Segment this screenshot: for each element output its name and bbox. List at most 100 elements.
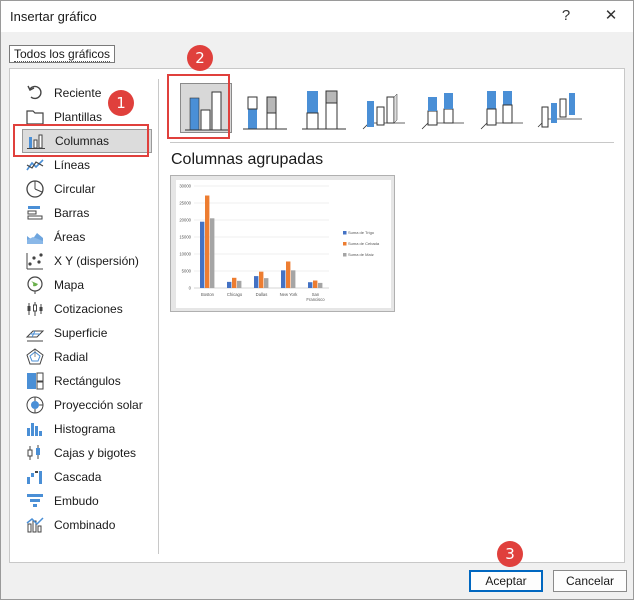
chart-type-surface-chart[interactable]: Superficie <box>22 321 152 345</box>
bar-boston-series-2 <box>210 218 215 288</box>
combo-chart-icon <box>25 515 45 535</box>
bar-san-francisco-series-2 <box>318 282 323 288</box>
x-tick-label: Chicago <box>227 292 243 297</box>
chart-type-scatter-chart[interactable]: X Y (dispersión) <box>22 249 152 273</box>
pie-chart-icon <box>25 179 45 199</box>
chart-type-label: Mapa <box>54 278 85 292</box>
chart-type-label: Líneas <box>54 158 91 172</box>
chart-type-label: Cajas y bigotes <box>54 446 137 460</box>
chart-type-stock-chart[interactable]: Cotizaciones <box>22 297 152 321</box>
bar-san-francisco-series-0 <box>308 282 313 288</box>
bar-dallas-series-1 <box>259 271 264 288</box>
3d-column-subtype[interactable] <box>534 83 586 133</box>
x-tick-label: New York <box>280 292 299 297</box>
help-button[interactable]: ? <box>552 4 580 28</box>
title-bar: Insertar gráfico ? ✕ <box>1 1 633 32</box>
y-tick-label: 25000 <box>179 201 191 206</box>
map-chart-icon <box>25 275 45 295</box>
bar-new-york-series-2 <box>291 270 296 288</box>
chart-type-funnel-chart[interactable]: Embudo <box>22 489 152 513</box>
panel-divider <box>158 79 159 554</box>
chart-type-label: Reciente <box>54 86 102 100</box>
legend-label: Suma de Cebada <box>348 241 380 246</box>
chart-type-radar-chart[interactable]: Radial <box>22 345 152 369</box>
y-tick-label: 10000 <box>179 252 191 257</box>
chart-preview-svg: 050001000015000200002500030000Boston Chic… <box>176 180 391 308</box>
area-chart-icon <box>25 227 45 247</box>
3d-clustered-column-subtype[interactable] <box>357 83 409 133</box>
insert-chart-dialog: Insertar gráfico ? ✕ Todos los gráficos … <box>0 0 634 600</box>
y-tick-label: 20000 <box>179 218 191 223</box>
line-chart-icon <box>25 155 45 175</box>
close-button[interactable]: ✕ <box>597 4 625 28</box>
bar-dallas-series-2 <box>264 278 269 288</box>
chart-type-label: Cotizaciones <box>54 302 123 316</box>
bar-san-francisco-series-1 <box>313 280 318 288</box>
bar-chicago-series-1 <box>232 277 237 288</box>
accept-button[interactable]: Aceptar <box>469 570 543 592</box>
100-stacked-column-subtype[interactable] <box>298 83 350 133</box>
subtype-divider <box>170 142 614 143</box>
bar-chart-icon <box>25 203 45 223</box>
treemap-chart-icon <box>25 371 45 391</box>
histogram-chart-icon <box>25 419 45 439</box>
chart-type-waterfall-chart[interactable]: Cascada <box>22 465 152 489</box>
chart-type-combo-chart[interactable]: Combinado <box>22 513 152 537</box>
chart-type-sunburst-chart[interactable]: Proyección solar <box>22 393 152 417</box>
x-tick-label: Dallas <box>256 292 268 297</box>
legend-label: Suma de Maíz <box>348 252 374 257</box>
chart-type-bar-chart[interactable]: Barras <box>22 201 152 225</box>
legend-label: Suma de Trigo <box>348 230 375 235</box>
dialog-title: Insertar gráfico <box>10 9 97 24</box>
3d-100-stacked-column-subtype[interactable] <box>475 83 527 133</box>
y-tick-label: 5000 <box>182 269 192 274</box>
chart-type-map-chart[interactable]: Mapa <box>22 273 152 297</box>
tab-all-charts[interactable]: Todos los gráficos <box>9 45 116 63</box>
chart-preview: 0 5000 10000 15000 20000 25000 30000 Boston Chic… <box>170 175 395 312</box>
callout-highlight-columns <box>13 124 149 157</box>
sunburst-chart-icon <box>25 395 45 415</box>
chart-type-pie-chart[interactable]: Circular <box>22 177 152 201</box>
chart-type-label: Plantillas <box>54 110 103 124</box>
waterfall-chart-icon <box>25 467 45 487</box>
legend-swatch <box>343 231 347 235</box>
chart-type-label: Radial <box>54 350 89 364</box>
callout-badge-1: 1 <box>108 90 134 116</box>
chart-type-histogram-chart[interactable]: Histograma <box>22 417 152 441</box>
callout-highlight-subtype <box>167 74 230 139</box>
funnel-chart-icon <box>25 491 45 511</box>
bar-dallas-series-0 <box>254 276 259 288</box>
y-tick-label: 15000 <box>179 235 191 240</box>
3d-stacked-column-subtype[interactable] <box>416 83 468 133</box>
callout-badge-3: 3 <box>497 541 523 567</box>
chart-type-label: Barras <box>54 206 90 220</box>
chart-subtype-row <box>168 79 620 135</box>
bar-new-york-series-1 <box>286 261 291 288</box>
cancel-button[interactable]: Cancelar <box>553 570 627 592</box>
chart-type-label: Rectángulos <box>54 374 121 388</box>
chart-type-treemap-chart[interactable]: Rectángulos <box>22 369 152 393</box>
chart-type-label: Embudo <box>54 494 99 508</box>
chart-type-label: Cascada <box>54 470 102 484</box>
chart-type-box-whisker-chart[interactable]: Cajas y bigotes <box>22 441 152 465</box>
chart-type-label: X Y (dispersión) <box>54 254 139 268</box>
chart-type-label: Superficie <box>54 326 108 340</box>
bar-boston-series-1 <box>205 195 210 288</box>
tab-all-charts-label: Todos los gráficos <box>14 47 111 62</box>
chart-type-label: Histograma <box>54 422 116 436</box>
chart-type-label: Combinado <box>54 518 116 532</box>
bar-new-york-series-0 <box>281 270 286 288</box>
recent-icon <box>25 83 45 103</box>
callout-badge-2: 2 <box>187 45 213 71</box>
chart-type-label: Proyección solar <box>54 398 143 412</box>
bar-chicago-series-0 <box>227 281 232 288</box>
legend-swatch <box>343 253 347 257</box>
chart-type-area-chart[interactable]: Áreas <box>22 225 152 249</box>
radar-chart-icon <box>25 347 45 367</box>
stacked-column-subtype[interactable] <box>239 83 291 133</box>
x-tick-label: Boston <box>201 292 215 297</box>
bar-chicago-series-2 <box>237 280 242 288</box>
y-tick-label: 30000 <box>179 184 191 189</box>
bar-boston-series-0 <box>200 221 205 288</box>
chart-type-label: Circular <box>54 182 96 196</box>
